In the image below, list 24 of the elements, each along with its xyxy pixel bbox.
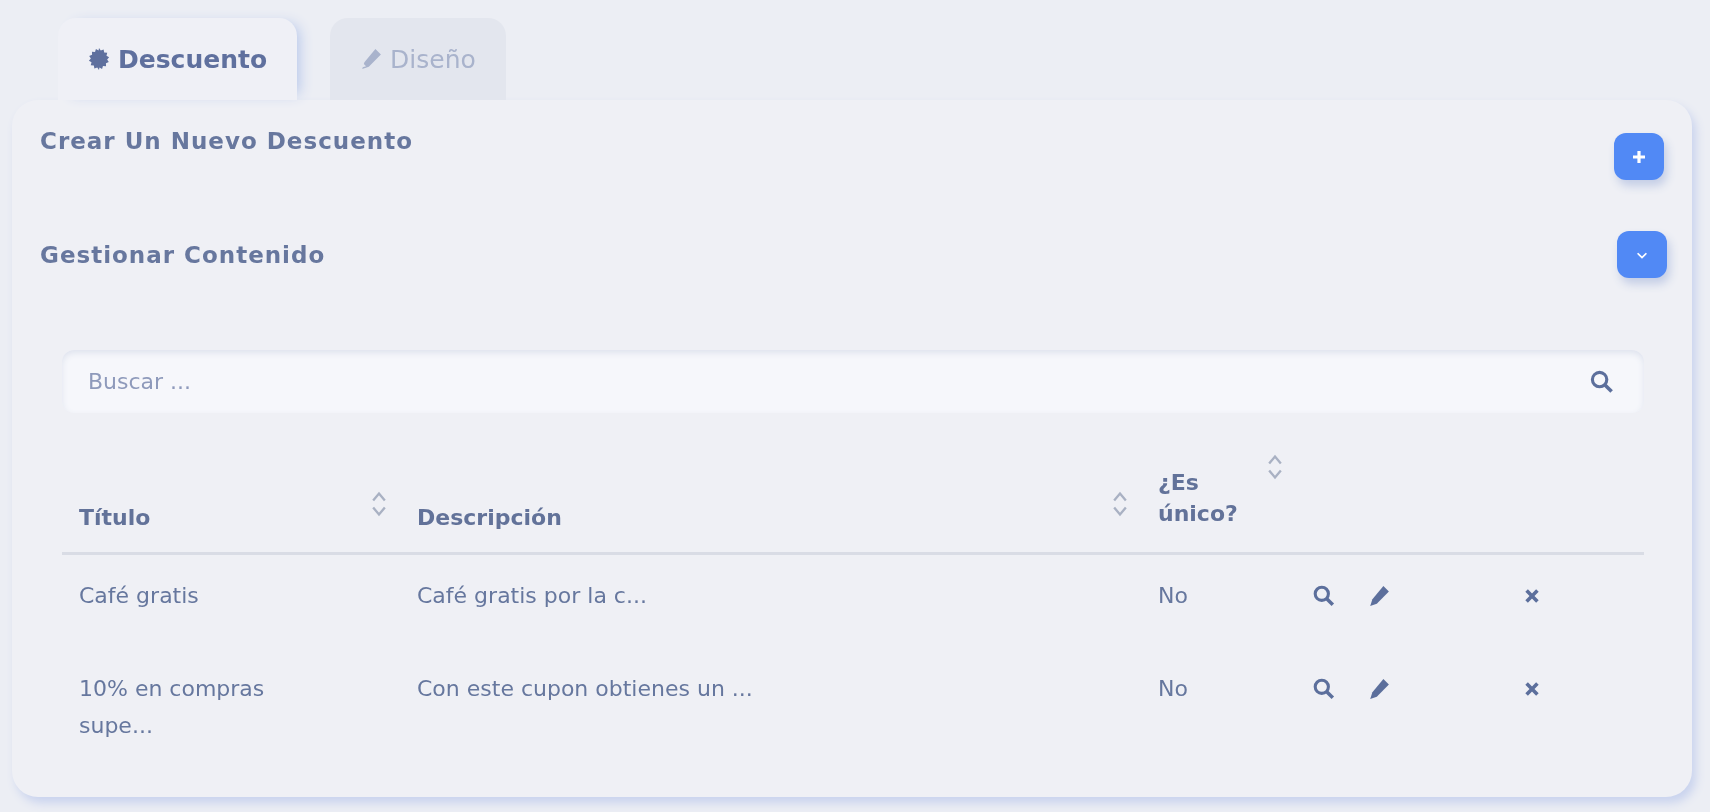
- close-icon[interactable]: [1523, 587, 1541, 605]
- table-cell-text: Café gratis: [79, 582, 199, 610]
- table-cell: Con este cupon obtienes un ...: [417, 675, 753, 701]
- section-title: Gestionar Contenido: [40, 242, 326, 270]
- pencil-icon[interactable]: [1368, 585, 1390, 607]
- table-cell: No: [1158, 675, 1188, 701]
- section-title: Crear Un Nuevo Descuento: [40, 128, 413, 156]
- pencil-icon: [360, 48, 383, 70]
- column-header: ¿Es único?: [1158, 469, 1238, 529]
- badge-icon: [88, 48, 110, 70]
- search-field[interactable]: Buscar ...: [62, 350, 1644, 413]
- add-button[interactable]: [1614, 133, 1664, 180]
- search-icon: [1590, 370, 1614, 394]
- pencil-icon[interactable]: [1368, 677, 1390, 700]
- expand-button[interactable]: [1617, 231, 1667, 278]
- table-cell-text: 10% en compras supe...: [79, 674, 266, 740]
- table-cell: Café gratis por la c...: [417, 583, 647, 608]
- search-icon[interactable]: [1313, 677, 1335, 700]
- plus-icon: [1631, 148, 1647, 165]
- table-cell: No: [1158, 583, 1188, 608]
- search-icon[interactable]: [1313, 585, 1335, 607]
- tab[interactable]: Descuento: [58, 18, 298, 100]
- column-header: Descripción: [417, 505, 562, 530]
- column-header: Título: [79, 505, 151, 530]
